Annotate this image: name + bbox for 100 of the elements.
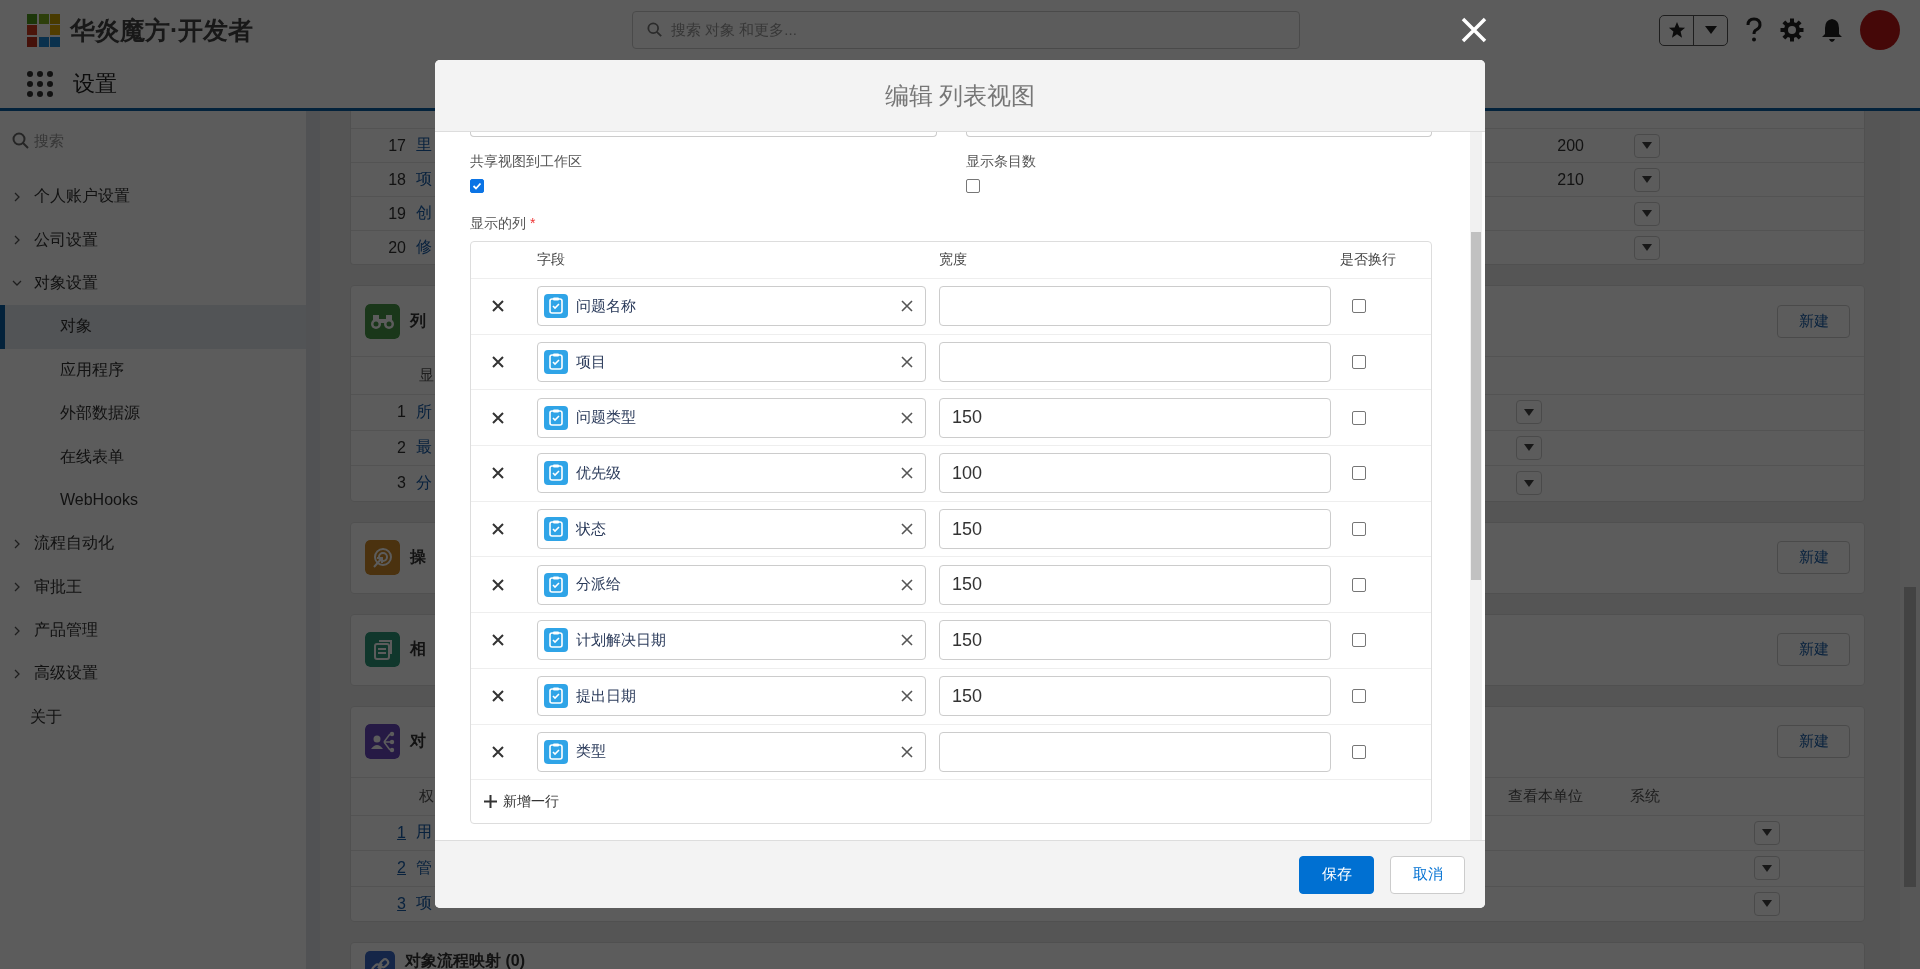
remove-row-button[interactable] [490,577,505,592]
row-menu-button[interactable] [1754,820,1780,845]
remove-row-button[interactable] [490,355,505,370]
row-menu-button[interactable] [1754,891,1780,916]
width-input[interactable] [939,731,1331,772]
add-row-button[interactable]: 新增一行 [484,792,559,811]
clear-icon[interactable] [901,745,913,758]
remove-row-button[interactable] [490,633,505,648]
dialog-title: 编辑 列表视图 [884,80,1036,111]
column-header: 权 [418,786,434,806]
remove-row-button[interactable] [490,466,505,481]
width-input[interactable]: 100 [939,453,1331,494]
option-label: 共享视图到工作区 [470,152,582,171]
checkbox[interactable] [1352,410,1366,425]
checkbox[interactable] [1352,689,1366,704]
row-menu-button[interactable] [1754,856,1780,881]
favorites-button[interactable] [1659,14,1728,46]
row-number: 20 [387,238,406,257]
width-input[interactable] [939,286,1331,327]
sidebar-item[interactable]: 关于 [30,706,62,728]
row-menu-button[interactable] [1516,435,1542,460]
sidebar-group[interactable]: 对象设置 [34,272,98,294]
width-input[interactable]: 150 [939,509,1331,550]
checkbox[interactable] [1352,577,1366,592]
sidebar-group[interactable]: 审批王 [34,576,82,598]
caret-down-icon [1762,864,1772,872]
remove-row-button[interactable] [490,689,505,704]
close-button[interactable] [1460,16,1488,44]
sidebar-item[interactable]: 应用程序 [0,348,306,392]
checkbox[interactable] [1352,522,1366,537]
checkbox[interactable] [1352,355,1366,370]
clear-icon[interactable] [901,300,913,313]
user-avatar[interactable] [1860,10,1900,50]
field-selector[interactable]: 分派给 [537,564,926,605]
field-selector[interactable]: 状态 [537,509,926,550]
row-menu-button[interactable] [1516,471,1542,496]
sidebar-item[interactable]: 在线表单 [0,435,306,479]
sidebar-group[interactable]: 个人账户设置 [34,186,130,208]
column-header: 查看本单位 [1508,786,1583,806]
page-title: 设置 [73,70,117,98]
clear-icon[interactable] [901,467,913,480]
new-button[interactable]: 新建 [1777,725,1850,758]
row-number[interactable]: 3 [351,894,406,913]
field-selector[interactable]: 提出日期 [537,676,926,717]
width-input[interactable]: 150 [939,620,1331,661]
field-selector[interactable]: 优先级 [537,453,926,494]
checkbox[interactable] [470,179,484,193]
width-input[interactable]: 150 [939,397,1331,438]
cancel-button[interactable]: 取消 [1390,855,1465,894]
sidebar-item[interactable]: 外部数据源 [0,391,306,436]
sidebar-group[interactable]: 流程自动化 [34,533,114,555]
sidebar-item[interactable]: WebHooks [0,478,306,523]
field-selector[interactable]: 问题名称 [537,286,926,327]
row-menu-button[interactable] [1516,400,1542,425]
clear-icon[interactable] [901,356,913,369]
clear-icon[interactable] [901,523,913,536]
width-input[interactable]: 150 [939,676,1331,717]
clear-icon[interactable] [901,690,913,703]
row-number[interactable]: 2 [351,859,406,878]
clear-icon[interactable] [901,634,913,647]
field-selector[interactable]: 项目 [537,342,926,383]
help-icon[interactable] [1744,17,1764,43]
field-selector[interactable]: 类型 [537,731,926,772]
sidebar-group[interactable]: 高级设置 [34,663,98,685]
row-number[interactable]: 1 [351,823,406,842]
checkbox[interactable] [1352,633,1366,648]
row-number: 1 [396,403,406,422]
sidebar-item[interactable]: 对象 [0,305,306,349]
sidebar-group[interactable]: 公司设置 [34,229,98,251]
new-button[interactable]: 新建 [1777,633,1850,666]
remove-row-button[interactable] [490,744,505,759]
remove-row-button[interactable] [490,522,505,537]
checkbox[interactable] [1352,299,1366,314]
row-menu-button[interactable] [1634,167,1660,192]
panel-title: 列 [410,310,426,331]
settings-icon[interactable] [1780,18,1804,42]
notification-bell-icon[interactable] [1820,17,1844,43]
field-selector[interactable]: 计划解决日期 [537,620,926,661]
checkbox[interactable] [966,179,980,193]
close-icon [490,410,505,425]
new-button[interactable]: 新建 [1777,304,1850,338]
remove-row-button[interactable] [490,299,505,314]
row-menu-button[interactable] [1634,133,1660,158]
checkbox[interactable] [1352,466,1366,481]
clear-icon[interactable] [901,411,913,424]
row-menu-button[interactable] [1634,235,1660,260]
checkbox[interactable] [1352,744,1366,759]
remove-row-button[interactable] [490,410,505,425]
clear-icon[interactable] [901,578,913,591]
width-input[interactable] [939,342,1331,383]
save-button[interactable]: 保存 [1299,855,1374,894]
app-launcher-icon[interactable] [27,71,53,97]
sidebar-group[interactable]: 产品管理 [34,620,98,642]
row-menu-button[interactable] [1634,201,1660,226]
new-button[interactable]: 新建 [1777,541,1850,574]
field-selector[interactable]: 问题类型 [537,397,926,438]
width-input[interactable]: 150 [939,564,1331,605]
clipboard-icon [544,294,568,319]
scrollbar[interactable] [1470,132,1482,840]
caret-down-icon [1642,176,1652,183]
